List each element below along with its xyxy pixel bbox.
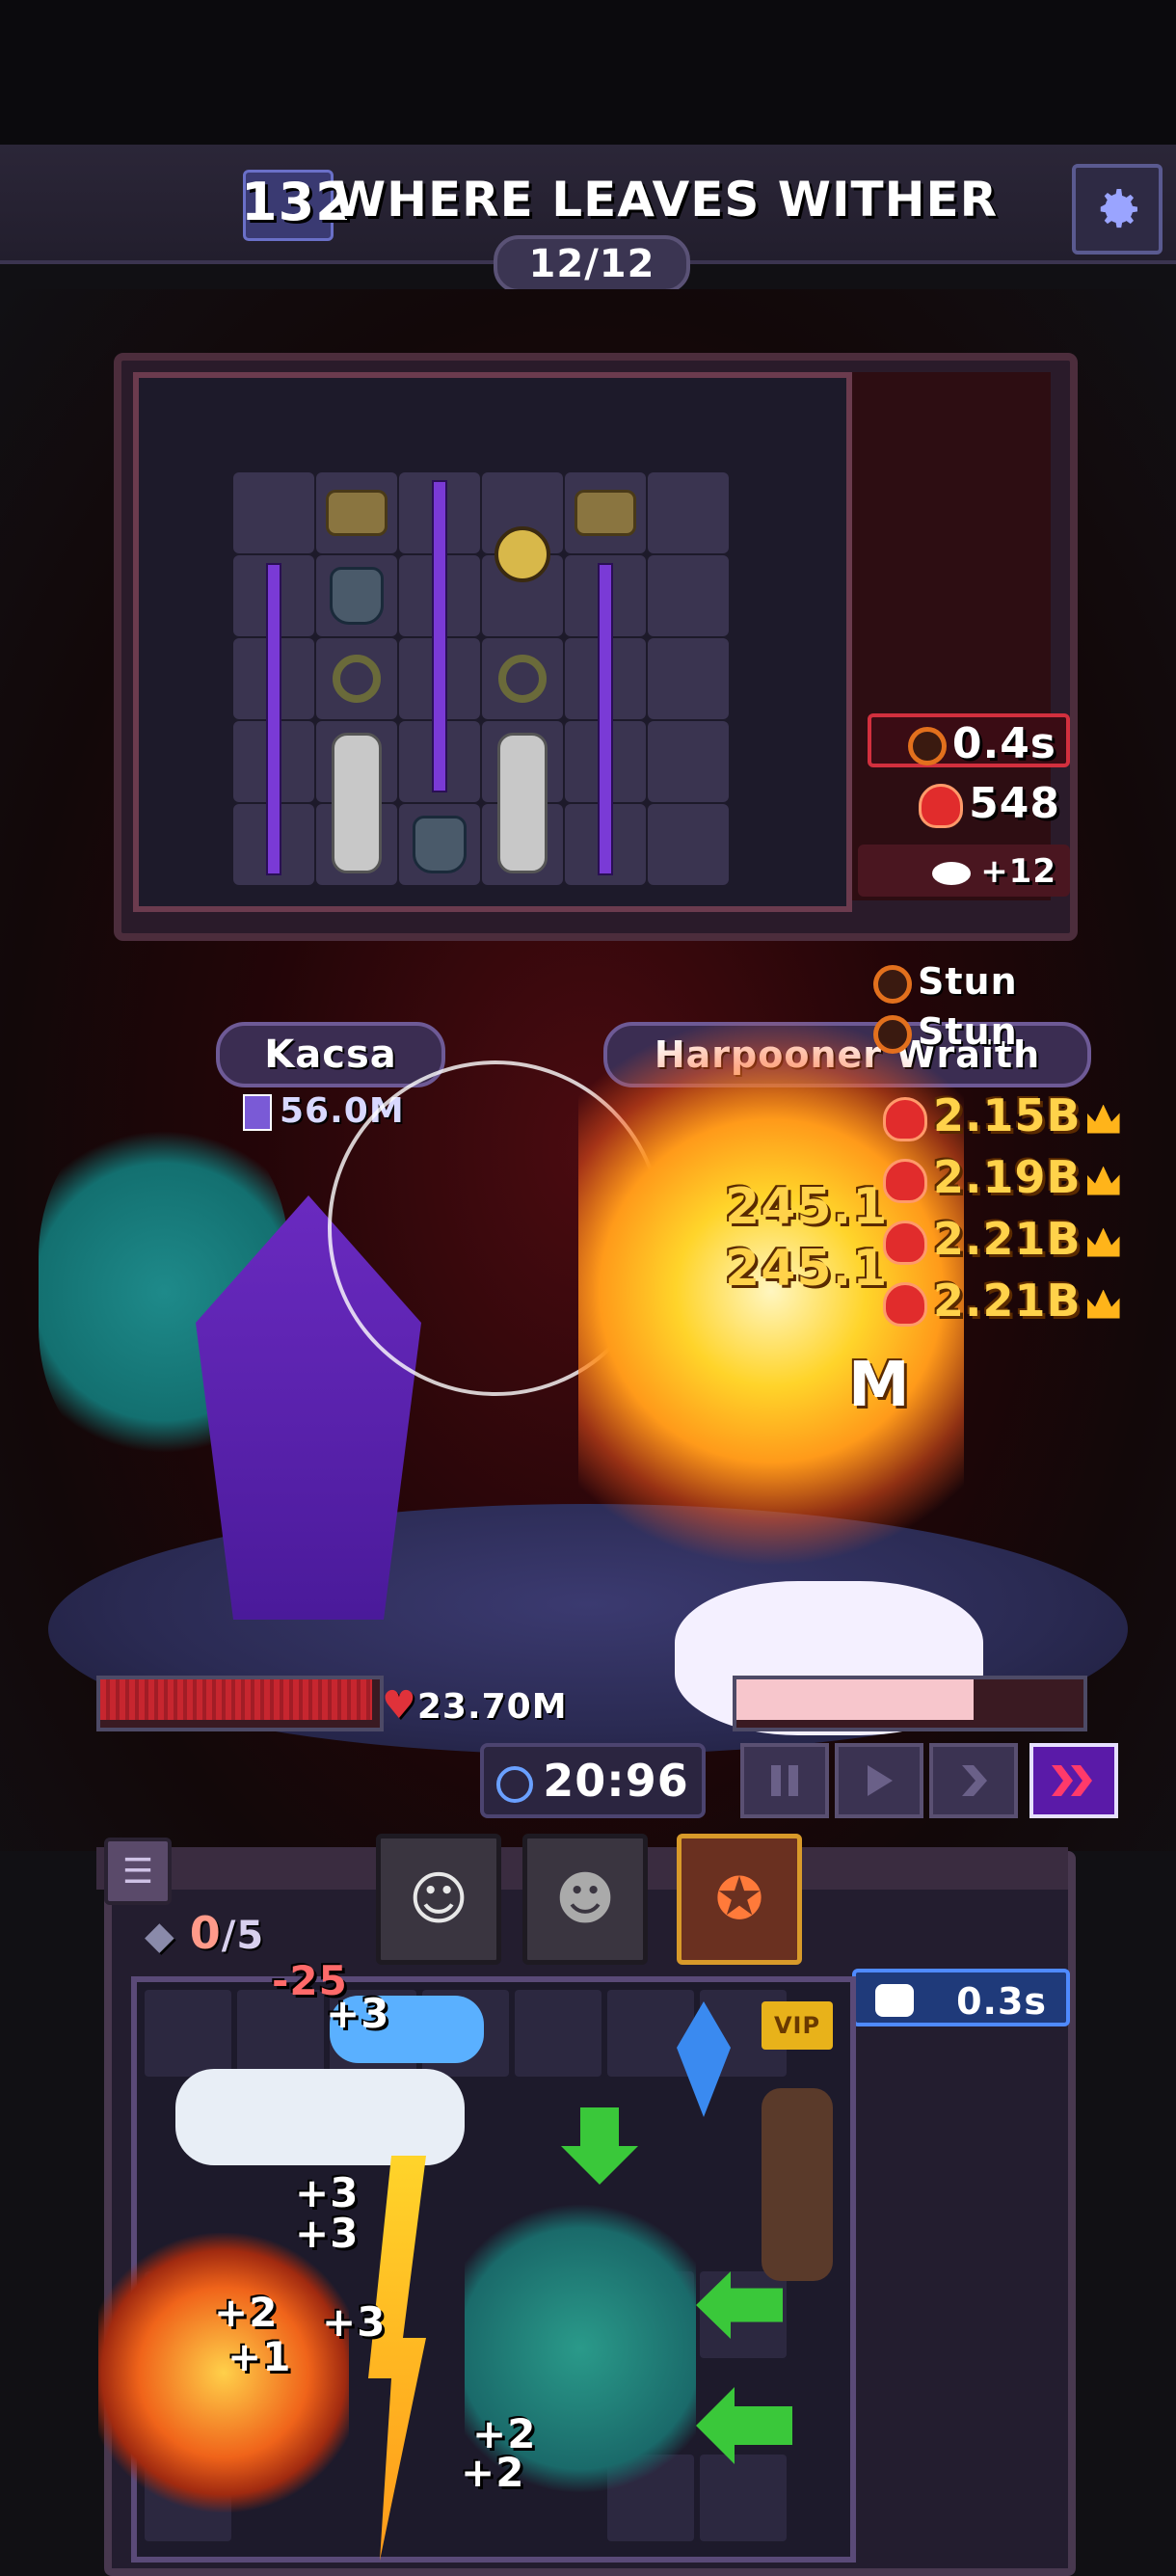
ring-item-icon[interactable] xyxy=(482,638,563,719)
cloud-item-icon[interactable] xyxy=(175,2069,465,2165)
stun-timer: 0.4s xyxy=(868,713,1070,768)
floating-number: +3 xyxy=(326,1990,390,2037)
sword-icon xyxy=(243,1094,272,1131)
double-chevron-icon xyxy=(1052,1765,1092,1796)
grid-slot xyxy=(648,555,729,636)
play-icon xyxy=(868,1765,893,1796)
grid-slot xyxy=(145,1990,231,2077)
floating-number: +2 xyxy=(214,2289,279,2336)
scroll-item-icon[interactable] xyxy=(316,472,397,553)
gem-icon: ◆ xyxy=(145,1914,175,1958)
boots-item-icon[interactable] xyxy=(316,721,397,885)
chevron-right-icon xyxy=(962,1765,987,1796)
damage-number: M xyxy=(848,1350,911,1421)
player-hp-text: ♥23.70M xyxy=(382,1683,568,1728)
settings-button[interactable] xyxy=(1072,164,1163,255)
companion-portrait[interactable]: ☻ xyxy=(522,1834,648,1965)
vip-ticket-icon[interactable]: VIP xyxy=(762,2001,833,2050)
crit-crown-icon xyxy=(1086,1227,1120,1257)
list-icon: ☰ xyxy=(121,1851,154,1892)
grid-slot xyxy=(700,2455,787,2541)
floating-number: +1 xyxy=(227,2333,292,2380)
lightning-effect xyxy=(368,2156,426,2561)
floating-number: +3 xyxy=(322,2298,387,2346)
arrow-down-icon xyxy=(561,2107,638,2185)
beast-icon: ✪ xyxy=(714,1865,764,1933)
enemy-inventory-grid xyxy=(133,372,852,912)
floating-number: +2 xyxy=(461,2449,525,2496)
fire-icon xyxy=(883,1281,927,1327)
burn-stack: 548 xyxy=(868,777,1070,831)
fire-icon xyxy=(883,1096,927,1141)
stun-icon xyxy=(907,727,947,765)
medal-item-icon[interactable] xyxy=(482,472,563,636)
shield-icon xyxy=(875,1984,914,2017)
potion-item-icon[interactable] xyxy=(316,555,397,636)
ghost-icon: ☺ xyxy=(408,1865,469,1933)
grid-slot xyxy=(233,472,314,553)
floating-number: +3 xyxy=(295,2210,360,2257)
spear-item-icon[interactable] xyxy=(565,555,646,883)
fire-icon xyxy=(883,1220,927,1265)
crit-crown-icon xyxy=(1086,1289,1120,1319)
fast-forward-button[interactable] xyxy=(929,1743,1018,1818)
spear-item-icon[interactable] xyxy=(233,555,314,883)
stun-icon xyxy=(873,964,912,1004)
companion-portrait-active[interactable]: ✪ xyxy=(677,1834,802,1965)
clock-icon xyxy=(496,1765,534,1803)
grid-slot xyxy=(648,638,729,719)
wing-icon xyxy=(932,861,972,885)
grid-slot xyxy=(648,472,729,553)
heart-icon: ♥ xyxy=(382,1683,417,1728)
grid-slot xyxy=(648,804,729,885)
fastest-speed-button[interactable] xyxy=(1029,1743,1118,1818)
skull-icon: ☻ xyxy=(554,1865,616,1933)
scroll-item-icon[interactable] xyxy=(565,472,646,553)
status-bar-area xyxy=(0,0,1176,145)
crit-crown-icon xyxy=(1086,1166,1120,1195)
damage-number: 2.21B xyxy=(883,1213,1120,1265)
gear-icon xyxy=(1100,189,1137,228)
boots-item-icon[interactable] xyxy=(482,721,563,885)
burn-icon xyxy=(919,784,964,828)
scarecrow-item-icon[interactable] xyxy=(762,2088,833,2281)
damage-number: 2.15B xyxy=(883,1089,1120,1141)
grid-slot xyxy=(515,1990,601,2077)
enemy-hp-fill xyxy=(736,1679,974,1720)
arrow-left-icon xyxy=(696,2387,792,2464)
damage-number: 245.1 xyxy=(725,1240,889,1298)
pause-button[interactable] xyxy=(740,1743,829,1818)
wave-counter: 12/12 xyxy=(494,235,690,293)
companion-portrait[interactable]: ☺ xyxy=(376,1834,501,1965)
crit-crown-icon xyxy=(1086,1104,1120,1134)
ability-cooldown: 0.3s xyxy=(852,1969,1070,2026)
spear-item-icon[interactable] xyxy=(399,472,480,800)
fire-icon xyxy=(883,1158,927,1203)
pause-icon xyxy=(771,1765,798,1796)
menu-button[interactable]: ☰ xyxy=(104,1838,172,1905)
player-name: Kacsa xyxy=(216,1022,445,1087)
ring-item-icon[interactable] xyxy=(316,638,397,719)
grid-slot xyxy=(648,721,729,802)
grid-slot xyxy=(607,1990,694,2077)
battle-timer: 20:96 xyxy=(480,1743,706,1818)
play-button[interactable] xyxy=(835,1743,923,1818)
damage-number: 2.21B xyxy=(883,1275,1120,1327)
wing-buff: +12 xyxy=(858,845,1070,897)
gem-counter: ◆ 0/5 xyxy=(145,1907,265,1959)
damage-number: 245.1 xyxy=(725,1178,889,1236)
player-hp-fill xyxy=(100,1679,372,1720)
potion-item-icon[interactable] xyxy=(399,804,480,885)
stun-label: Stun xyxy=(873,960,1018,1004)
stage-title: WHERE LEAVES WITHER xyxy=(333,172,999,228)
fire-item-icon[interactable] xyxy=(98,2233,349,2512)
damage-number: 2.19B xyxy=(883,1151,1120,1203)
